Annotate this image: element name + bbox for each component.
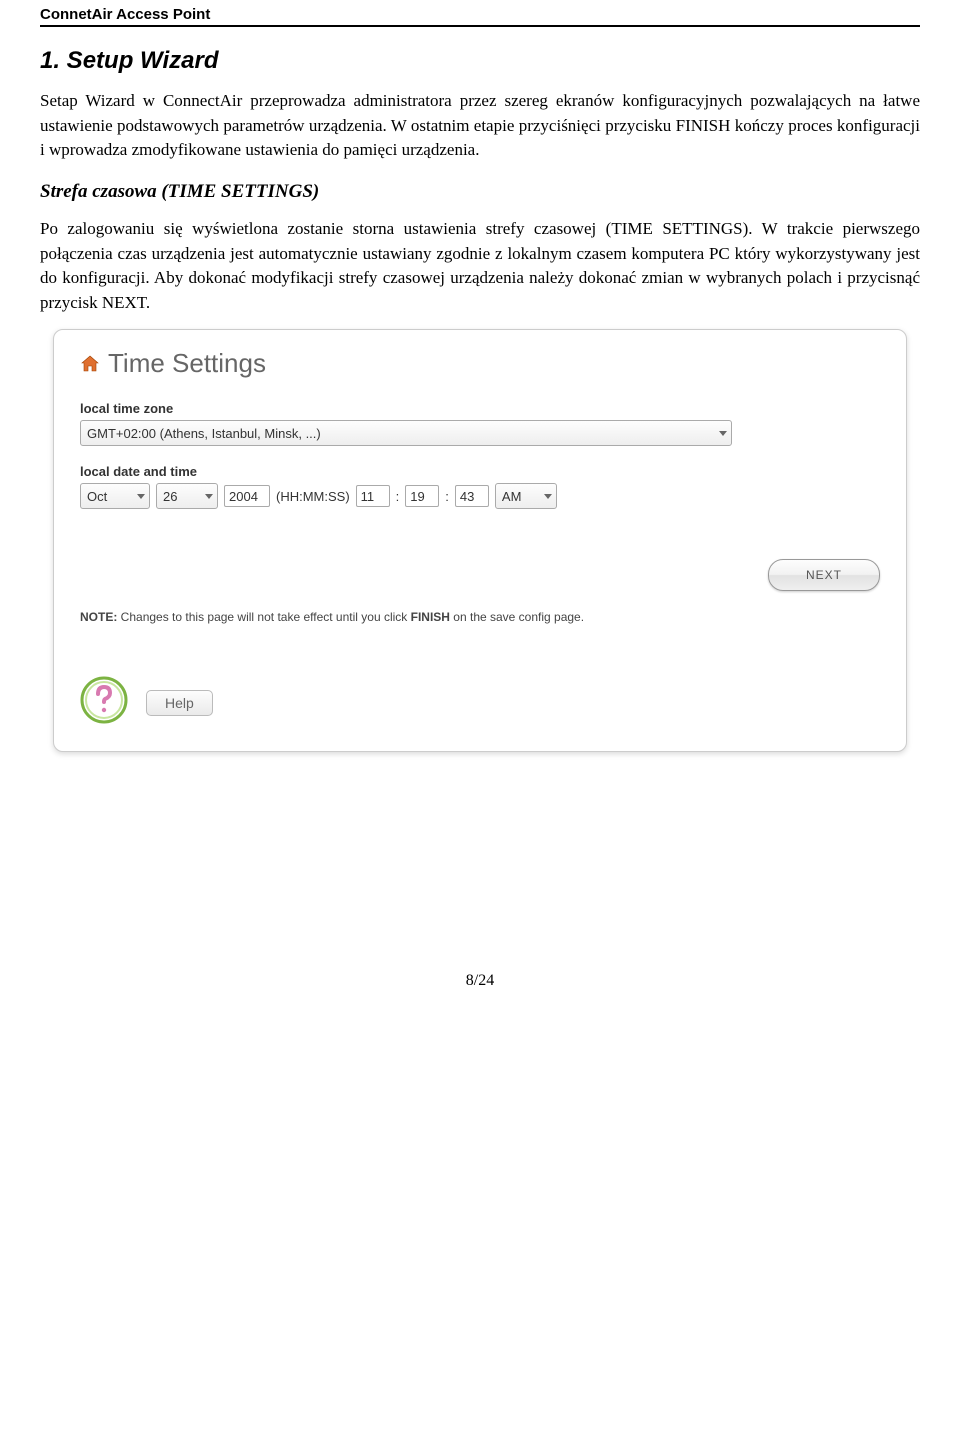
section-title: 1. Setup Wizard xyxy=(40,47,920,75)
time-settings-panel: Time Settings local time zone GMT+02:00 … xyxy=(53,329,907,752)
doc-header: ConnetAir Access Point xyxy=(40,0,920,27)
help-icon xyxy=(80,676,128,729)
help-button[interactable]: Help xyxy=(146,690,213,716)
next-button[interactable]: NEXT xyxy=(768,559,880,591)
hour-input[interactable] xyxy=(356,485,390,507)
subheading: Strefa czasowa (TIME SETTINGS) xyxy=(40,181,920,203)
page-number: 8/24 xyxy=(40,972,920,990)
chevron-down-icon xyxy=(205,494,213,499)
month-select[interactable]: Oct xyxy=(80,483,150,509)
panel-title: Time Settings xyxy=(108,348,266,379)
year-input[interactable] xyxy=(224,485,270,507)
ampm-value: AM xyxy=(502,489,522,504)
timezone-select[interactable]: GMT+02:00 (Athens, Istanbul, Minsk, ...) xyxy=(80,420,732,446)
intro-paragraph: Setap Wizard w ConnectAir przeprowadza a… xyxy=(40,89,920,163)
month-value: Oct xyxy=(87,489,107,504)
body-paragraph: Po zalogowaniu się wyświetlona zostanie … xyxy=(40,217,920,316)
chevron-down-icon xyxy=(719,431,727,436)
day-value: 26 xyxy=(163,489,177,504)
hhmmss-hint: (HH:MM:SS) xyxy=(276,489,350,504)
datetime-label: local date and time xyxy=(80,464,880,479)
minute-input[interactable] xyxy=(405,485,439,507)
timezone-value: GMT+02:00 (Athens, Istanbul, Minsk, ...) xyxy=(87,426,321,441)
home-icon xyxy=(80,354,100,374)
time-sep: : xyxy=(445,489,449,504)
tz-label: local time zone xyxy=(80,401,880,416)
time-sep: : xyxy=(396,489,400,504)
note-bold: NOTE: xyxy=(80,610,117,624)
ampm-select[interactable]: AM xyxy=(495,483,557,509)
day-select[interactable]: 26 xyxy=(156,483,218,509)
note-text: NOTE: Changes to this page will not take… xyxy=(80,609,880,626)
second-input[interactable] xyxy=(455,485,489,507)
chevron-down-icon xyxy=(137,494,145,499)
chevron-down-icon xyxy=(544,494,552,499)
